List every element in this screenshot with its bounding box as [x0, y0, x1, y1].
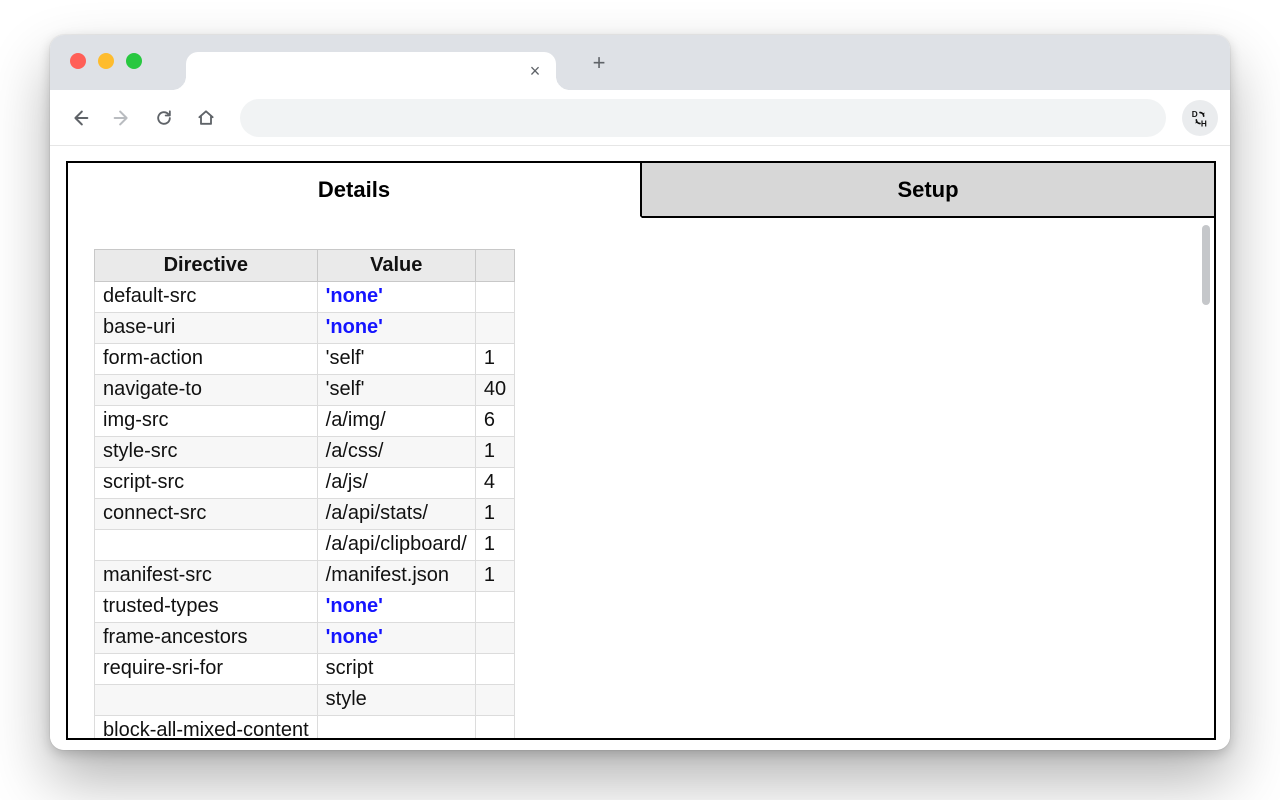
cell-directive: require-sri-for: [95, 654, 318, 685]
window-zoom-button[interactable]: [126, 53, 142, 69]
window-minimize-button[interactable]: [98, 53, 114, 69]
table-row: base-uri'none': [95, 313, 515, 344]
cell-directive: img-src: [95, 406, 318, 437]
extension-button[interactable]: D H: [1182, 100, 1218, 136]
cell-count: [475, 654, 514, 685]
table-row: /a/api/clipboard/1: [95, 530, 515, 561]
browser-window: × + D H: [50, 35, 1230, 750]
cell-count: 6: [475, 406, 514, 437]
tab-close-icon[interactable]: ×: [526, 62, 544, 80]
cell-value: 'none': [317, 623, 475, 654]
window-controls: [70, 53, 142, 69]
cell-value: /a/api/clipboard/: [317, 530, 475, 561]
csp-table: Directive Value default-src'none'base-ur…: [94, 249, 515, 738]
svg-text:D: D: [1192, 110, 1198, 119]
cell-value: 'none': [317, 282, 475, 313]
new-tab-button[interactable]: +: [584, 48, 614, 78]
cell-value: 'none': [317, 592, 475, 623]
table-row: form-action'self'1: [95, 344, 515, 375]
table-row: script-src/a/js/4: [95, 468, 515, 499]
toolbar: D H: [50, 90, 1230, 145]
panel-body: Directive Value default-src'none'base-ur…: [68, 219, 1214, 738]
cell-directive: base-uri: [95, 313, 318, 344]
browser-tab-active[interactable]: ×: [186, 52, 556, 90]
cell-directive: block-all-mixed-content: [95, 716, 318, 739]
cell-count: [475, 282, 514, 313]
cell-value: /a/api/stats/: [317, 499, 475, 530]
cell-count: 40: [475, 375, 514, 406]
table-row: frame-ancestors'none': [95, 623, 515, 654]
tab-strip: × +: [186, 35, 614, 90]
tab-details[interactable]: Details: [68, 163, 642, 218]
table-row: navigate-to'self'40: [95, 375, 515, 406]
cell-count: [475, 716, 514, 739]
table-row: manifest-src/manifest.json1: [95, 561, 515, 592]
cell-count: 4: [475, 468, 514, 499]
cell-count: 1: [475, 561, 514, 592]
cell-directive: manifest-src: [95, 561, 318, 592]
nav-forward-button[interactable]: [104, 100, 140, 136]
page-content: Details Setup Directive Value def: [50, 145, 1230, 750]
cell-count: [475, 685, 514, 716]
nav-home-button[interactable]: [188, 100, 224, 136]
col-directive: Directive: [95, 250, 318, 282]
col-count: [475, 250, 514, 282]
cell-value: 'self': [317, 375, 475, 406]
arrow-left-icon: [69, 107, 91, 129]
cell-directive: frame-ancestors: [95, 623, 318, 654]
cell-count: [475, 592, 514, 623]
cell-value: /manifest.json: [317, 561, 475, 592]
tab-setup[interactable]: Setup: [642, 163, 1214, 218]
table-row: trusted-types'none': [95, 592, 515, 623]
table-row: connect-src/a/api/stats/1: [95, 499, 515, 530]
cell-value: /a/css/: [317, 437, 475, 468]
cell-directive: [95, 530, 318, 561]
panel-tabs: Details Setup: [68, 163, 1214, 219]
cell-value: script: [317, 654, 475, 685]
table-row: default-src'none': [95, 282, 515, 313]
cell-directive: trusted-types: [95, 592, 318, 623]
cell-count: [475, 313, 514, 344]
extension-icon: D H: [1189, 107, 1211, 129]
svg-text:H: H: [1201, 119, 1207, 128]
cell-directive: default-src: [95, 282, 318, 313]
cell-count: [475, 623, 514, 654]
cell-directive: [95, 685, 318, 716]
table-row: style-src/a/css/1: [95, 437, 515, 468]
cell-directive: script-src: [95, 468, 318, 499]
address-bar[interactable]: [240, 99, 1166, 137]
cell-directive: connect-src: [95, 499, 318, 530]
cell-value: style: [317, 685, 475, 716]
cell-value: 'none': [317, 313, 475, 344]
home-icon: [196, 108, 216, 128]
cell-count: 1: [475, 499, 514, 530]
table-row: block-all-mixed-content: [95, 716, 515, 739]
col-value: Value: [317, 250, 475, 282]
cell-value: /a/img/: [317, 406, 475, 437]
cell-count: 1: [475, 344, 514, 375]
table-row: style: [95, 685, 515, 716]
csp-panel: Details Setup Directive Value def: [66, 161, 1216, 740]
arrow-right-icon: [111, 107, 133, 129]
nav-back-button[interactable]: [62, 100, 98, 136]
reload-icon: [154, 108, 174, 128]
table-row: img-src/a/img/6: [95, 406, 515, 437]
cell-value: /a/js/: [317, 468, 475, 499]
cell-value: 'self': [317, 344, 475, 375]
table-header-row: Directive Value: [95, 250, 515, 282]
cell-count: 1: [475, 530, 514, 561]
titlebar: × +: [50, 35, 1230, 90]
nav-reload-button[interactable]: [146, 100, 182, 136]
cell-directive: style-src: [95, 437, 318, 468]
cell-directive: navigate-to: [95, 375, 318, 406]
window-close-button[interactable]: [70, 53, 86, 69]
cell-value: [317, 716, 475, 739]
table-row: require-sri-forscript: [95, 654, 515, 685]
cell-count: 1: [475, 437, 514, 468]
scrollbar-thumb[interactable]: [1202, 225, 1210, 305]
cell-directive: form-action: [95, 344, 318, 375]
